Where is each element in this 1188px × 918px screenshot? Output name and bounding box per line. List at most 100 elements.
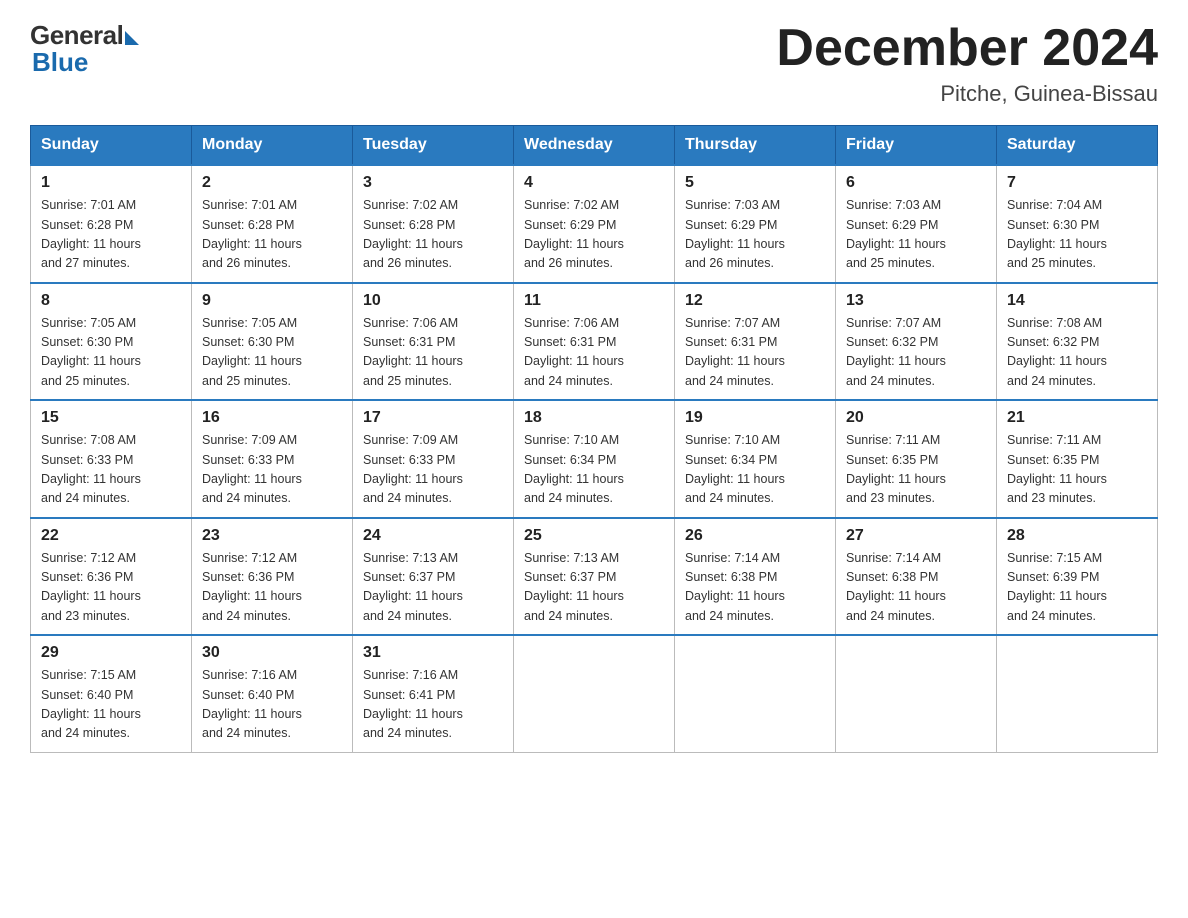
day-info: Sunrise: 7:15 AMSunset: 6:39 PMDaylight:…	[1007, 549, 1147, 627]
calendar-cell: 17 Sunrise: 7:09 AMSunset: 6:33 PMDayligh…	[353, 400, 514, 518]
day-info: Sunrise: 7:01 AMSunset: 6:28 PMDaylight:…	[202, 196, 342, 274]
day-info: Sunrise: 7:11 AMSunset: 6:35 PMDaylight:…	[846, 431, 986, 509]
day-number: 14	[1007, 292, 1147, 310]
day-number: 13	[846, 292, 986, 310]
calendar-cell	[836, 635, 997, 752]
day-number: 12	[685, 292, 825, 310]
day-number: 6	[846, 174, 986, 192]
calendar-cell: 19 Sunrise: 7:10 AMSunset: 6:34 PMDayligh…	[675, 400, 836, 518]
day-number: 15	[41, 409, 181, 427]
calendar-cell: 20 Sunrise: 7:11 AMSunset: 6:35 PMDayligh…	[836, 400, 997, 518]
day-info: Sunrise: 7:05 AMSunset: 6:30 PMDaylight:…	[202, 314, 342, 392]
calendar-cell: 8 Sunrise: 7:05 AMSunset: 6:30 PMDaylight…	[31, 283, 192, 401]
calendar-cell: 27 Sunrise: 7:14 AMSunset: 6:38 PMDayligh…	[836, 518, 997, 636]
day-number: 31	[363, 644, 503, 662]
weekday-header-friday: Friday	[836, 126, 997, 166]
day-info: Sunrise: 7:09 AMSunset: 6:33 PMDaylight:…	[202, 431, 342, 509]
calendar-table: SundayMondayTuesdayWednesdayThursdayFrid…	[30, 125, 1158, 753]
day-number: 8	[41, 292, 181, 310]
calendar-cell: 18Sunrise: 7:10 AMSunset: 6:34 PMDayligh…	[514, 400, 675, 518]
day-number: 30	[202, 644, 342, 662]
calendar-cell: 10 Sunrise: 7:06 AMSunset: 6:31 PMDayligh…	[353, 283, 514, 401]
calendar-week-row: 15 Sunrise: 7:08 AMSunset: 6:33 PMDayligh…	[31, 400, 1158, 518]
calendar-cell: 16 Sunrise: 7:09 AMSunset: 6:33 PMDayligh…	[192, 400, 353, 518]
weekday-header-thursday: Thursday	[675, 126, 836, 166]
page-header: General Blue December 2024 Pitche, Guine…	[30, 20, 1158, 107]
day-number: 17	[363, 409, 503, 427]
day-number: 18	[524, 409, 664, 427]
calendar-cell: 6 Sunrise: 7:03 AMSunset: 6:29 PMDaylight…	[836, 165, 997, 283]
day-info: Sunrise: 7:14 AMSunset: 6:38 PMDaylight:…	[846, 549, 986, 627]
day-info: Sunrise: 7:08 AMSunset: 6:32 PMDaylight:…	[1007, 314, 1147, 392]
weekday-header-tuesday: Tuesday	[353, 126, 514, 166]
calendar-cell: 2 Sunrise: 7:01 AMSunset: 6:28 PMDaylight…	[192, 165, 353, 283]
calendar-cell: 31 Sunrise: 7:16 AMSunset: 6:41 PMDayligh…	[353, 635, 514, 752]
calendar-cell: 30Sunrise: 7:16 AMSunset: 6:40 PMDayligh…	[192, 635, 353, 752]
day-info: Sunrise: 7:04 AMSunset: 6:30 PMDaylight:…	[1007, 196, 1147, 274]
day-number: 24	[363, 527, 503, 545]
calendar-cell	[675, 635, 836, 752]
day-info: Sunrise: 7:16 AMSunset: 6:41 PMDaylight:…	[363, 666, 503, 744]
calendar-cell: 11 Sunrise: 7:06 AMSunset: 6:31 PMDayligh…	[514, 283, 675, 401]
day-info: Sunrise: 7:14 AMSunset: 6:38 PMDaylight:…	[685, 549, 825, 627]
day-info: Sunrise: 7:12 AMSunset: 6:36 PMDaylight:…	[202, 549, 342, 627]
weekday-header-saturday: Saturday	[997, 126, 1158, 166]
day-number: 2	[202, 174, 342, 192]
day-number: 9	[202, 292, 342, 310]
day-info: Sunrise: 7:07 AMSunset: 6:31 PMDaylight:…	[685, 314, 825, 392]
day-info: Sunrise: 7:02 AMSunset: 6:29 PMDaylight:…	[524, 196, 664, 274]
calendar-cell: 25Sunrise: 7:13 AMSunset: 6:37 PMDayligh…	[514, 518, 675, 636]
calendar-cell: 21 Sunrise: 7:11 AMSunset: 6:35 PMDayligh…	[997, 400, 1158, 518]
day-number: 7	[1007, 174, 1147, 192]
calendar-subtitle: Pitche, Guinea-Bissau	[776, 81, 1158, 107]
title-block: December 2024 Pitche, Guinea-Bissau	[776, 20, 1158, 107]
calendar-week-row: 29Sunrise: 7:15 AMSunset: 6:40 PMDayligh…	[31, 635, 1158, 752]
day-info: Sunrise: 7:05 AMSunset: 6:30 PMDaylight:…	[41, 314, 181, 392]
calendar-cell: 12 Sunrise: 7:07 AMSunset: 6:31 PMDayligh…	[675, 283, 836, 401]
calendar-cell: 7 Sunrise: 7:04 AMSunset: 6:30 PMDaylight…	[997, 165, 1158, 283]
day-info: Sunrise: 7:09 AMSunset: 6:33 PMDaylight:…	[363, 431, 503, 509]
day-number: 26	[685, 527, 825, 545]
day-number: 27	[846, 527, 986, 545]
calendar-cell: 28 Sunrise: 7:15 AMSunset: 6:39 PMDayligh…	[997, 518, 1158, 636]
calendar-cell: 26 Sunrise: 7:14 AMSunset: 6:38 PMDayligh…	[675, 518, 836, 636]
day-number: 10	[363, 292, 503, 310]
calendar-cell: 9 Sunrise: 7:05 AMSunset: 6:30 PMDaylight…	[192, 283, 353, 401]
calendar-cell: 23Sunrise: 7:12 AMSunset: 6:36 PMDayligh…	[192, 518, 353, 636]
day-info: Sunrise: 7:06 AMSunset: 6:31 PMDaylight:…	[363, 314, 503, 392]
day-number: 1	[41, 174, 181, 192]
weekday-header-monday: Monday	[192, 126, 353, 166]
day-number: 28	[1007, 527, 1147, 545]
calendar-cell: 22Sunrise: 7:12 AMSunset: 6:36 PMDayligh…	[31, 518, 192, 636]
day-info: Sunrise: 7:10 AMSunset: 6:34 PMDaylight:…	[685, 431, 825, 509]
calendar-cell: 3 Sunrise: 7:02 AMSunset: 6:28 PMDaylight…	[353, 165, 514, 283]
day-info: Sunrise: 7:15 AMSunset: 6:40 PMDaylight:…	[41, 666, 181, 744]
calendar-week-row: 22 Sunrise: 7:12 AMSunset: 6:36 PMDayligh…	[31, 518, 1158, 636]
day-number: 16	[202, 409, 342, 427]
calendar-cell: 14 Sunrise: 7:08 AMSunset: 6:32 PMDayligh…	[997, 283, 1158, 401]
day-info: Sunrise: 7:07 AMSunset: 6:32 PMDaylight:…	[846, 314, 986, 392]
calendar-week-row: 8 Sunrise: 7:05 AMSunset: 6:30 PMDaylight…	[31, 283, 1158, 401]
day-number: 25	[524, 527, 664, 545]
day-info: Sunrise: 7:03 AMSunset: 6:29 PMDaylight:…	[846, 196, 986, 274]
day-info: Sunrise: 7:11 AMSunset: 6:35 PMDaylight:…	[1007, 431, 1147, 509]
logo-blue-text: Blue	[30, 47, 88, 78]
calendar-cell: 29Sunrise: 7:15 AMSunset: 6:40 PMDayligh…	[31, 635, 192, 752]
day-number: 3	[363, 174, 503, 192]
day-info: Sunrise: 7:03 AMSunset: 6:29 PMDaylight:…	[685, 196, 825, 274]
day-info: Sunrise: 7:02 AMSunset: 6:28 PMDaylight:…	[363, 196, 503, 274]
day-info: Sunrise: 7:06 AMSunset: 6:31 PMDaylight:…	[524, 314, 664, 392]
day-number: 22	[41, 527, 181, 545]
calendar-cell: 24Sunrise: 7:13 AMSunset: 6:37 PMDayligh…	[353, 518, 514, 636]
weekday-header-wednesday: Wednesday	[514, 126, 675, 166]
calendar-week-row: 1 Sunrise: 7:01 AMSunset: 6:28 PMDaylight…	[31, 165, 1158, 283]
weekday-header-row: SundayMondayTuesdayWednesdayThursdayFrid…	[31, 126, 1158, 166]
day-number: 21	[1007, 409, 1147, 427]
day-number: 19	[685, 409, 825, 427]
day-info: Sunrise: 7:08 AMSunset: 6:33 PMDaylight:…	[41, 431, 181, 509]
day-number: 11	[524, 292, 664, 310]
day-number: 5	[685, 174, 825, 192]
calendar-cell: 4Sunrise: 7:02 AMSunset: 6:29 PMDaylight…	[514, 165, 675, 283]
day-number: 20	[846, 409, 986, 427]
calendar-cell: 5 Sunrise: 7:03 AMSunset: 6:29 PMDaylight…	[675, 165, 836, 283]
